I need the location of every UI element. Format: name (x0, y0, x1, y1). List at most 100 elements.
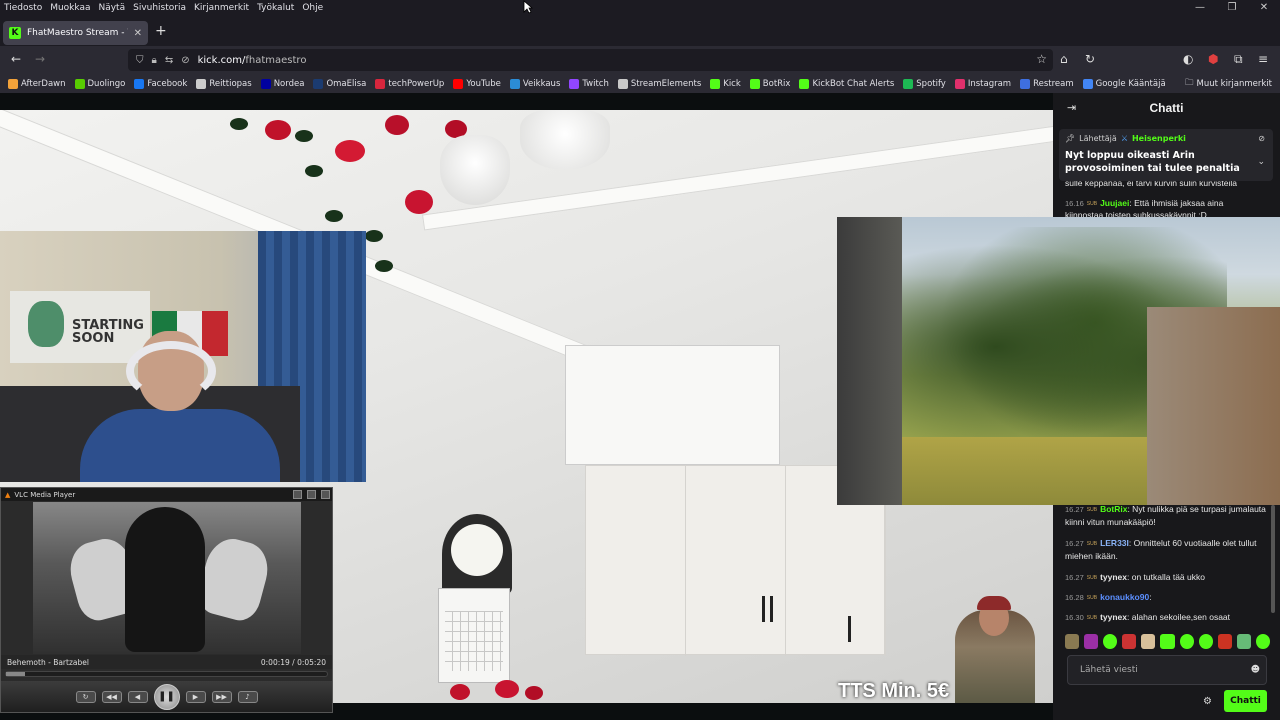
emote-icon[interactable] (1160, 634, 1175, 649)
chevron-down-icon[interactable]: ⌄ (1257, 157, 1265, 167)
emote-icon[interactable] (1084, 634, 1099, 649)
bookmark-item[interactable]: AfterDawn (8, 78, 66, 89)
url-bar[interactable]: ⛉ 🔒︎ ⇆ ⊘ kick.com/fhatmaestro ☆ (128, 49, 1053, 71)
bookmark-favicon-icon (1020, 78, 1031, 89)
bookmark-item[interactable]: Spotify (903, 78, 946, 89)
menu-bookmarks[interactable]: Kirjanmerkit (190, 3, 253, 13)
minimize-icon[interactable]: — (1184, 0, 1216, 16)
back-icon[interactable]: ← (8, 52, 24, 66)
vlc-title: VLC Media Player (14, 490, 76, 499)
forward-icon[interactable]: → (32, 52, 48, 66)
emoji-picker-icon[interactable]: ☻ (1251, 656, 1260, 684)
chat-input[interactable]: Lähetä viesti ☻ (1067, 655, 1267, 685)
emote-icon[interactable] (1122, 634, 1137, 649)
unpin-icon[interactable]: ⊘ (1258, 134, 1265, 143)
bookmark-item[interactable]: Facebook (134, 78, 188, 89)
bookmark-item[interactable]: OmaElisa (313, 78, 366, 89)
pinned-user[interactable]: Heisenperki (1132, 134, 1186, 143)
emote-icon[interactable] (1198, 634, 1213, 649)
menu-file[interactable]: Tiedosto (0, 3, 46, 13)
bookmark-item[interactable]: Twitch (569, 78, 609, 89)
tab-kick-stream[interactable]: K FhatMaestro Stream - Wat ✕ (3, 21, 148, 45)
send-chat-button[interactable]: Chatti (1224, 690, 1267, 712)
emote-icon[interactable] (1103, 634, 1118, 649)
bookmark-favicon-icon (196, 78, 207, 89)
restore-icon[interactable]: ❐ (1216, 0, 1248, 16)
bookmark-item[interactable]: Reittiopas (196, 78, 252, 89)
vlc-pause-icon[interactable]: ❚❚ (153, 683, 180, 710)
bookmark-item[interactable]: Instagram (954, 78, 1011, 89)
pinned-message[interactable]: 📌︎ Lähettäjä ⚔ Heisenperki Nyt loppuu oi… (1059, 129, 1273, 181)
bookmark-star-icon[interactable]: ☆ (1036, 52, 1047, 66)
chat-username[interactable]: Juujaei (1100, 198, 1129, 208)
vlc-maximize-icon[interactable] (307, 490, 316, 499)
subscriber-badge-icon: SUB (1086, 200, 1098, 207)
bookmark-label: Twitch (582, 78, 609, 89)
emote-icon[interactable] (1236, 634, 1251, 649)
bookmark-item[interactable]: Kick (710, 78, 741, 89)
extension-dark-icon[interactable]: ◐ (1183, 52, 1193, 66)
menu-help[interactable]: Ohje (298, 3, 327, 13)
chat-username[interactable]: tyynex (1100, 572, 1127, 582)
vlc-prev-icon[interactable]: ◀◀ (101, 690, 122, 703)
bookmark-label: YouTube (466, 78, 501, 89)
new-tab-button[interactable]: + (155, 23, 167, 39)
chat-username[interactable]: LER33I (1100, 538, 1129, 548)
bookmark-item[interactable]: YouTube (453, 78, 501, 89)
bookmark-item[interactable]: StreamElements (617, 78, 701, 89)
emote-icon[interactable] (1065, 634, 1080, 649)
close-window-icon[interactable]: ✕ (1248, 0, 1280, 16)
vlc-forward-icon[interactable]: ▶ (185, 690, 206, 703)
bookmark-label: Veikkaus (522, 78, 561, 89)
emote-icon[interactable] (1179, 634, 1194, 649)
bookmark-favicon-icon (134, 78, 145, 89)
gear-icon[interactable]: ⚙ (1203, 696, 1212, 707)
vlc-rewind-icon[interactable]: ◀ (127, 690, 148, 703)
vlc-seek-bar[interactable] (5, 671, 328, 677)
bookmark-item[interactable]: Nordea (260, 78, 304, 89)
menu-history[interactable]: Sivuhistoria (129, 3, 190, 13)
vlc-time: 0:00:19 / 0:05:20 (260, 657, 326, 667)
bookmark-item[interactable]: techPowerUp (375, 78, 444, 89)
bookmark-label: BotRix (762, 78, 791, 89)
hamburger-menu-icon[interactable]: ≡ (1258, 52, 1268, 66)
emote-icon[interactable] (1141, 634, 1156, 649)
emote-icon[interactable] (1255, 634, 1271, 649)
bookmark-item[interactable]: BotRix (749, 78, 791, 89)
chat-username[interactable]: BotRix (1100, 504, 1127, 514)
mute-icon[interactable]: ⊘ (181, 55, 189, 66)
mouse-cursor-icon (523, 0, 533, 14)
close-tab-icon[interactable]: ✕ (134, 28, 142, 39)
bookmark-label: Facebook (147, 78, 188, 89)
emote-icon[interactable] (1217, 634, 1232, 649)
webcam-overlay: STARTING SOON (0, 231, 366, 482)
permissions-icon[interactable]: ⇆ (165, 55, 173, 66)
bookmark-item[interactable]: Restream (1020, 78, 1074, 89)
extensions-puzzle-icon[interactable]: ⧉ (1234, 52, 1243, 67)
home-icon[interactable]: ⌂ (1060, 52, 1068, 66)
adblock-extension-icon[interactable]: ⬢ (1208, 52, 1218, 66)
wall-cabinet (565, 345, 780, 465)
bookmark-item[interactable]: Veikkaus (509, 78, 561, 89)
other-bookmarks-label: Muut kirjanmerkit (1196, 79, 1273, 89)
bookmark-label: Kick (723, 78, 741, 89)
chat-text: : (1149, 592, 1152, 602)
other-bookmarks[interactable]: 🗀 Muut kirjanmerkit (1185, 77, 1272, 91)
chat-username[interactable]: konaukko90 (1100, 592, 1149, 602)
bookmark-item[interactable]: KickBot Chat Alerts (799, 78, 894, 89)
chat-scrollbar[interactable] (1271, 505, 1275, 613)
chat-username[interactable]: tyynex (1100, 612, 1127, 622)
vlc-repeat-icon[interactable]: ↻ (75, 690, 96, 703)
bookmark-item[interactable]: Google Kääntäjä (1082, 78, 1166, 89)
vlc-volume-icon[interactable]: ♪ (237, 690, 258, 703)
menu-tools[interactable]: Työkalut (253, 3, 298, 13)
vlc-next-icon[interactable]: ▶▶ (211, 690, 232, 703)
menu-view[interactable]: Näytä (94, 3, 129, 13)
vlc-minimize-icon[interactable] (293, 490, 302, 499)
bookmark-item[interactable]: Duolingo (74, 78, 125, 89)
vlc-close-icon[interactable] (321, 490, 330, 499)
menu-edit[interactable]: Muokkaa (46, 3, 94, 13)
lock-icon[interactable]: 🔒︎ (152, 55, 157, 66)
tracking-shield-icon[interactable]: ⛉ (136, 55, 144, 66)
reload-icon[interactable]: ↻ (1085, 52, 1095, 66)
